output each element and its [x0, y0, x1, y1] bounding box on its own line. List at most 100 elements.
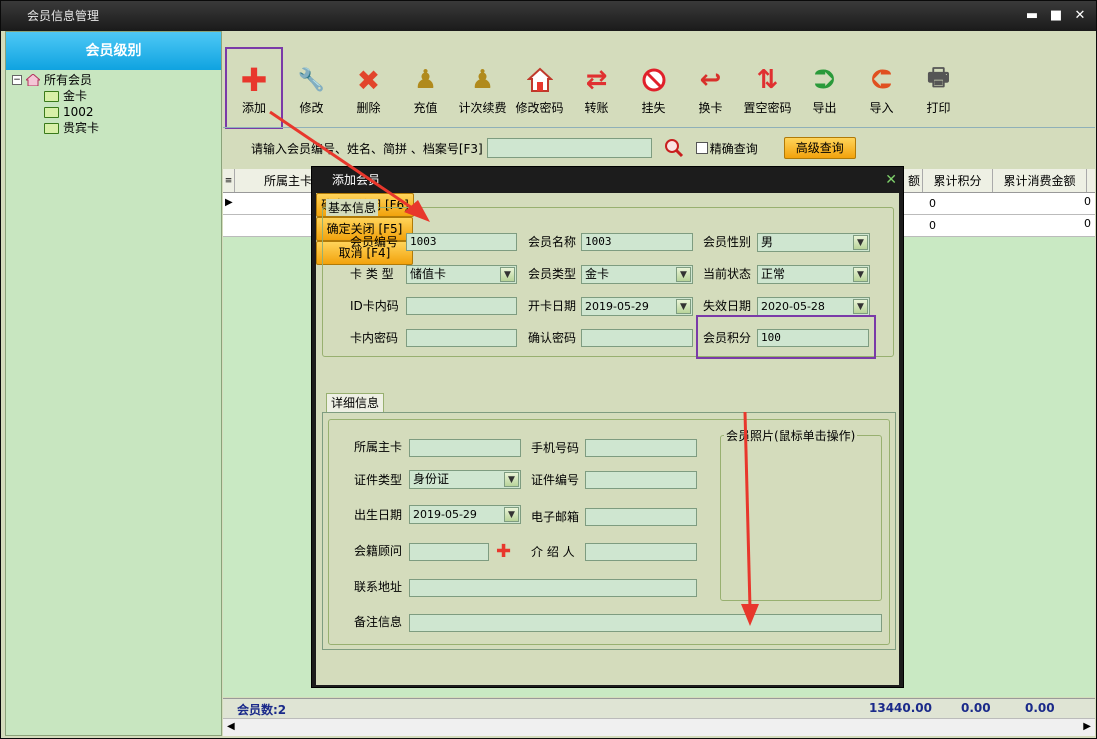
col-header[interactable]: 所属主卡 [235, 169, 315, 192]
address-field[interactable] [409, 579, 697, 597]
expire-date-picker[interactable]: 2020-05-28 ▼ [757, 297, 870, 316]
chevron-down-icon[interactable]: ▼ [676, 299, 691, 314]
note-label: 备注信息 [354, 615, 403, 629]
main-card-field[interactable] [409, 439, 521, 457]
import-button[interactable]: ⮈ 导入 [853, 49, 910, 119]
scroll-right-icon[interactable]: ▶ [1083, 721, 1091, 732]
edit-button[interactable]: 🔧 修改 [283, 49, 340, 119]
chevron-down-icon[interactable]: ▼ [853, 299, 868, 314]
referrer-label: 介 绍 人 [531, 545, 575, 559]
maximize-icon[interactable]: ■ [1048, 8, 1064, 24]
close-icon[interactable]: ✕ [1072, 8, 1088, 24]
count-renew-button[interactable]: ♟ 计次续费 [454, 49, 511, 119]
chevron-down-icon[interactable]: ▼ [504, 472, 519, 487]
member-type-label: 会员类型 [528, 267, 577, 281]
advisor-field[interactable] [409, 543, 489, 561]
chevron-down-icon[interactable]: ▼ [504, 507, 519, 522]
add-button-label: 添加 [241, 101, 266, 115]
plus-icon: ✚ [240, 61, 268, 99]
row-pointer-icon: ▶ [225, 197, 233, 208]
chevron-down-icon[interactable]: ▼ [676, 267, 691, 282]
member-type-select[interactable]: 金卡 ▼ [581, 265, 693, 284]
edit-button-label: 修改 [299, 101, 324, 115]
gender-select[interactable]: 男 ▼ [757, 233, 870, 252]
expire-date-value: 2020-05-28 [761, 300, 825, 313]
change-password-button[interactable]: 修改密码 [511, 49, 568, 119]
card-password-label: 卡内密码 [350, 331, 399, 345]
printer-icon: 🖶 [927, 62, 950, 91]
swap-card-button[interactable]: ↩ 换卡 [682, 49, 739, 119]
member-type-value: 金卡 [585, 267, 610, 281]
count-renew-button-label: 计次续费 [458, 101, 507, 115]
highlight-box [696, 315, 876, 359]
minimize-icon[interactable]: ▬ [1024, 8, 1040, 24]
chevron-down-icon[interactable]: ▼ [853, 235, 868, 250]
open-date-label: 开卡日期 [528, 299, 577, 313]
print-button-label: 打印 [926, 101, 951, 115]
id-card-label: ID卡内码 [350, 299, 399, 313]
photo-group[interactable] [720, 435, 882, 601]
member-no-field[interactable]: 1003 [406, 233, 517, 251]
open-date-picker[interactable]: 2019-05-29 ▼ [581, 297, 693, 316]
chevron-down-icon[interactable]: ▼ [500, 267, 515, 282]
col-header[interactable]: 累计消费金额 [993, 169, 1087, 192]
confirm-password-field[interactable] [581, 329, 693, 347]
export-button[interactable]: ⮊ 导出 [796, 49, 853, 119]
birth-date-picker[interactable]: 2019-05-29 ▼ [409, 505, 521, 524]
recharge-button[interactable]: ♟ 充值 [397, 49, 454, 119]
scroll-left-icon[interactable]: ◀ [227, 721, 235, 732]
id-no-field[interactable] [585, 471, 697, 489]
photo-label: 会员照片(鼠标单击操作) [724, 427, 858, 444]
referrer-field[interactable] [585, 543, 697, 561]
status-value: 正常 [761, 267, 786, 281]
add-advisor-icon[interactable]: ✚ [496, 541, 511, 562]
print-button[interactable]: 🖶 打印 [910, 49, 967, 119]
tree-item[interactable]: 1002 [12, 104, 221, 120]
dialog-close-icon[interactable]: ✕ [885, 167, 897, 193]
chevron-down-icon[interactable]: ▼ [853, 267, 868, 282]
advanced-search-button[interactable]: 高级查询 [783, 137, 856, 159]
confirm-password-label: 确认密码 [528, 331, 577, 345]
note-field[interactable] [409, 614, 882, 632]
delete-button[interactable]: ✖ 删除 [340, 49, 397, 119]
main-card-label: 所属主卡 [354, 440, 403, 454]
tree-item-label: 贵宾卡 [63, 121, 100, 135]
id-card-field[interactable] [406, 297, 517, 315]
transfer-button[interactable]: ⇄ 转账 [568, 49, 625, 119]
gender-value: 男 [761, 235, 774, 249]
tree-item[interactable]: 金卡 [12, 88, 221, 104]
phone-field[interactable] [585, 439, 697, 457]
add-member-dialog: 添加会员 ✕ 基本信息 会员编号 1003 会员名称 1003 会员性别 男 ▼ … [311, 166, 904, 688]
member-name-field[interactable]: 1003 [581, 233, 693, 251]
tree-root[interactable]: − 所有会员 [12, 72, 221, 88]
export-button-label: 导出 [812, 101, 837, 115]
folder-icon [44, 90, 59, 102]
id-no-label: 证件编号 [531, 473, 580, 487]
search-icon[interactable] [664, 138, 684, 158]
id-type-select[interactable]: 身份证 ▼ [409, 470, 521, 489]
card-type-label: 卡 类 型 [350, 267, 394, 281]
title-bar: 会员信息管理 ▬ ■ ✕ [1, 1, 1096, 31]
tree-item-label: 1002 [63, 105, 94, 119]
swap-card-button-label: 换卡 [698, 101, 723, 115]
email-field[interactable] [585, 508, 697, 526]
add-button[interactable]: ✚ 添加 [225, 47, 283, 129]
status-select[interactable]: 正常 ▼ [757, 265, 870, 284]
collapse-icon[interactable]: − [12, 75, 22, 85]
transfer-icon: ⇄ [585, 65, 608, 95]
card-type-select[interactable]: 储值卡 ▼ [406, 265, 517, 284]
horizontal-scrollbar[interactable]: ◀ ▶ [223, 718, 1095, 736]
total-balance: 13440.00 [869, 701, 933, 715]
tab-detail-info[interactable]: 详细信息 [326, 393, 384, 412]
birth-date-value: 2019-05-29 [413, 508, 477, 521]
home-key-icon [525, 65, 555, 95]
card-password-field[interactable] [406, 329, 517, 347]
search-input[interactable] [486, 138, 652, 158]
exact-search-checkbox[interactable] [695, 142, 708, 154]
report-loss-button[interactable]: 挂失 [625, 49, 682, 119]
clear-password-icon: ⇅ [756, 65, 779, 95]
col-header[interactable]: 累计积分 [923, 169, 993, 192]
tree-item[interactable]: 贵宾卡 [12, 120, 221, 136]
recharge-button-label: 充值 [413, 101, 438, 115]
clear-password-button[interactable]: ⇅ 置空密码 [739, 49, 796, 119]
